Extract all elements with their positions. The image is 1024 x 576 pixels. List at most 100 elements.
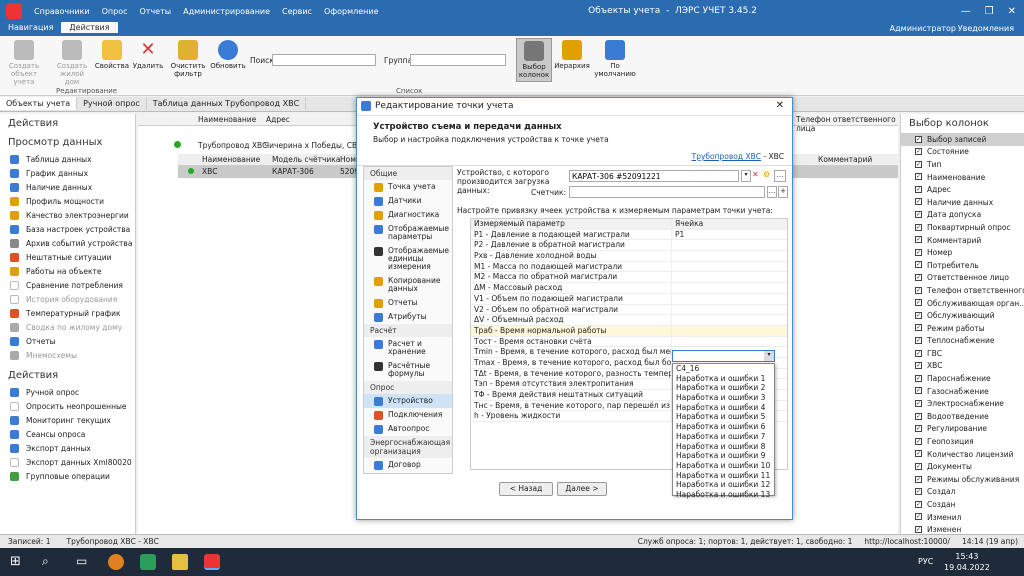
action-item[interactable]: Экспорт данных — [0, 441, 135, 455]
action-item[interactable]: Экспорт данных Xml80020 — [0, 455, 135, 469]
nav-item[interactable]: Отчеты — [0, 334, 135, 348]
dropdown-option[interactable]: Наработка и ошибки 7 — [673, 432, 774, 442]
nav-item[interactable]: Нештатные ситуации — [0, 250, 135, 264]
maximize-icon[interactable]: ❐ — [985, 6, 994, 17]
column-option[interactable]: ✓ Потребитель — [901, 259, 1024, 272]
dialog-nav-item[interactable]: Автоопрос — [364, 422, 452, 436]
cell-value[interactable] — [671, 304, 775, 315]
checkbox-icon[interactable]: ✓ — [915, 299, 922, 307]
minimize-icon[interactable]: — — [961, 6, 971, 17]
column-option[interactable]: ✓ Изменил — [901, 511, 1024, 524]
tab-navigation[interactable]: Навигация — [0, 22, 61, 33]
clear-filter-button[interactable]: Очистить фильтр — [168, 40, 208, 78]
cell-value[interactable] — [671, 315, 775, 325]
dropdown-option[interactable]: Наработка и ошибки 4 — [673, 403, 774, 413]
firefox-icon[interactable] — [108, 554, 124, 570]
column-option[interactable]: ✓ Теплоснабжение — [901, 335, 1024, 348]
dialog-nav-item[interactable]: Диагностика — [364, 208, 452, 222]
next-button[interactable]: Далее > — [557, 482, 607, 496]
column-option[interactable]: ✓ Наименование — [901, 171, 1024, 184]
more-button[interactable]: … — [767, 186, 777, 198]
checkbox-icon[interactable]: ✓ — [915, 525, 922, 533]
dropdown-option[interactable]: Наработка и ошибки 13 — [673, 490, 774, 500]
dialog-nav-item[interactable]: Расчётные формулы — [364, 359, 452, 381]
cell-value[interactable] — [671, 325, 775, 336]
checkbox-icon[interactable]: ✓ — [915, 437, 922, 445]
grid-col-name[interactable]: Наименование — [198, 115, 256, 124]
dialog-nav-item[interactable]: Отображаемые параметры — [364, 222, 452, 244]
search-input[interactable] — [272, 54, 376, 66]
cell-value[interactable]: P1 — [671, 229, 775, 240]
group-select[interactable] — [410, 54, 506, 66]
checkbox-icon[interactable]: ✓ — [915, 211, 922, 219]
col-cell-header[interactable]: Ячейка — [671, 219, 775, 229]
dialog-nav-item[interactable]: Расчет и хранение — [364, 337, 452, 359]
table-row[interactable]: ΔM - Массовый расход — [471, 283, 787, 294]
column-option[interactable]: ✓ Ответственное лицо — [901, 272, 1024, 285]
checkbox-icon[interactable]: ✓ — [915, 223, 922, 231]
column-option[interactable]: ✓ ХВС — [901, 360, 1024, 373]
menu-item[interactable]: Сервис — [282, 7, 312, 16]
checkbox-icon[interactable]: ✓ — [915, 198, 922, 206]
column-option[interactable]: ✓ Количество лицензий — [901, 448, 1024, 461]
create-house-button[interactable]: Создать жилой дом — [52, 40, 92, 86]
table-row[interactable]: V1 - Объем по подающей магистрали — [471, 293, 787, 305]
action-item[interactable]: Мониторинг текущих — [0, 413, 135, 427]
language-indicator[interactable]: РУС — [918, 557, 933, 566]
sub-col-name[interactable]: Наименование — [202, 155, 260, 164]
checkbox-icon[interactable]: ✓ — [915, 399, 922, 407]
checkbox-icon[interactable]: ✓ — [915, 261, 922, 269]
cell-value[interactable] — [671, 240, 775, 251]
nav-item[interactable]: Наличие данных — [0, 180, 135, 194]
checkbox-icon[interactable]: ✓ — [915, 236, 922, 244]
dialog-nav-item[interactable]: Точка учета — [364, 180, 452, 194]
column-option[interactable]: ✓ Электроснабжение — [901, 397, 1024, 410]
dropdown-option[interactable]: Наработка и ошибки 10 — [673, 461, 774, 471]
clear-icon[interactable]: ✕ — [752, 170, 762, 182]
dropdown-option[interactable]: Наработка и ошибки 11 — [673, 471, 774, 481]
dropdown-option[interactable]: Наработка и ошибки 8 — [673, 442, 774, 452]
column-option[interactable]: ✓ Создал — [901, 486, 1024, 499]
task-view-icon[interactable]: ▭ — [76, 554, 87, 568]
dropdown-option[interactable]: Наработка и ошибки 1 — [673, 374, 774, 384]
dropdown-option[interactable]: Наработка и ошибки 5 — [673, 412, 774, 422]
dialog-nav-item[interactable]: Копирование данных — [364, 274, 452, 296]
column-option[interactable]: ✓ Выбор записей — [901, 133, 1024, 146]
dropdown-option[interactable]: Наработка и ошибки 6 — [673, 422, 774, 432]
menu-item[interactable]: Опрос — [102, 7, 128, 16]
column-option[interactable]: ✓ Комментарий — [901, 234, 1024, 247]
cell-value[interactable] — [671, 261, 775, 272]
checkbox-icon[interactable]: ✓ — [915, 412, 922, 420]
table-row[interactable]: V2 - Объем по обратной магистрали — [471, 304, 787, 316]
table-row[interactable]: M1 - Масса по подающей магистрали — [471, 261, 787, 273]
table-row[interactable]: Тост - Время остановки счёта — [471, 336, 787, 348]
dialog-nav-item[interactable]: Договор — [364, 458, 452, 472]
refresh-button[interactable]: Обновить — [208, 40, 248, 70]
checkbox-icon[interactable]: ✓ — [915, 160, 922, 168]
close-icon[interactable]: ✕ — [776, 100, 784, 111]
column-option[interactable]: ✓ Документы — [901, 460, 1024, 473]
column-option[interactable]: ✓ Режим работы — [901, 322, 1024, 335]
column-option[interactable]: ✓ Режимы обслуживания — [901, 473, 1024, 486]
column-option[interactable]: ✓ Газоснабжение — [901, 385, 1024, 398]
default-button[interactable]: По умолчанию — [592, 40, 638, 78]
clock[interactable]: 15:43 19.04.2022 — [944, 551, 990, 573]
table-row[interactable]: Pхв - Давление холодной воды — [471, 251, 787, 262]
nav-item[interactable]: Профиль мощности — [0, 194, 135, 208]
column-option[interactable]: ✓ Пароснабжение — [901, 372, 1024, 385]
column-option[interactable]: ✓ Обслуживающий — [901, 309, 1024, 322]
tab-actions[interactable]: Действия — [61, 22, 118, 33]
checkbox-icon[interactable]: ✓ — [915, 349, 922, 357]
action-item[interactable]: Групповые операции — [0, 469, 135, 483]
folder-icon[interactable] — [172, 554, 188, 570]
hierarchy-button[interactable]: Иерархия — [552, 40, 592, 70]
checkbox-icon[interactable]: ✓ — [915, 248, 922, 256]
checkbox-icon[interactable]: ✓ — [915, 173, 922, 181]
column-option[interactable]: ✓ Поквартирный опрос — [901, 221, 1024, 234]
nav-item[interactable]: Сравнение потребления — [0, 278, 135, 292]
app-icon[interactable] — [140, 554, 156, 570]
nav-item[interactable]: График данных — [0, 166, 135, 180]
cell-value[interactable] — [671, 283, 775, 293]
choose-columns-button[interactable]: Выбор колонок — [516, 38, 552, 82]
actions2-header[interactable]: Действия — [0, 366, 135, 385]
